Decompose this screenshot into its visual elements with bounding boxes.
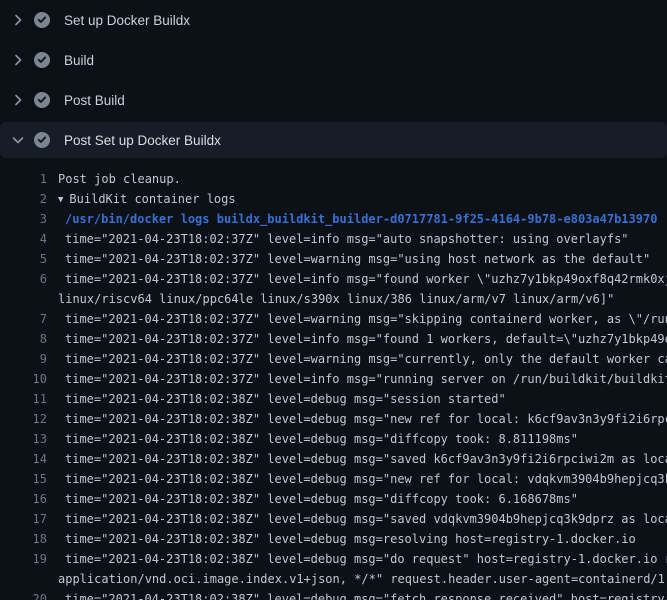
log-line-15: 15 time="2021-04-23T18:02:38Z" level=debu… (0, 469, 667, 489)
log-line-1: 1 Post job cleanup. (0, 169, 667, 189)
log-text: time="2021-04-23T18:02:37Z" level=info m… (65, 229, 629, 249)
log-text: time="2021-04-23T18:02:37Z" level=warnin… (65, 309, 667, 329)
line-number-link[interactable]: 19 (0, 549, 47, 569)
log-line-9: 9 time="2021-04-23T18:02:37Z" level=warni… (0, 349, 667, 369)
actions-log-viewer: Set up Docker Buildx Build Post Build Post … (0, 0, 667, 600)
log-line-7: 7 time="2021-04-23T18:02:37Z" level=warni… (0, 309, 667, 329)
log-line-11: 11 time="2021-04-23T18:02:38Z" level=debu… (0, 389, 667, 409)
log-text: time="2021-04-23T18:02:38Z" level=debug … (65, 549, 667, 569)
line-number-link[interactable]: 14 (0, 449, 47, 469)
log-text: time="2021-04-23T18:02:37Z" level=info m… (65, 269, 667, 289)
line-number-link[interactable]: 6 (0, 269, 47, 289)
log-text: time="2021-04-23T18:02:38Z" level=debug … (65, 449, 667, 469)
log-line-5: 5 time="2021-04-23T18:02:37Z" level=warni… (0, 249, 667, 269)
log-text: time="2021-04-23T18:02:38Z" level=debug … (65, 429, 578, 449)
line-number-link (0, 289, 47, 309)
log-line-12: 12 time="2021-04-23T18:02:38Z" level=debu… (0, 409, 667, 429)
log-text: application/vnd.oci.image.index.v1+json,… (58, 569, 667, 589)
step-row-set-up-docker-buildx[interactable]: Set up Docker Buildx (0, 0, 667, 40)
line-number-link[interactable]: 15 (0, 469, 47, 489)
steps-list: Set up Docker Buildx Build Post Build Post … (0, 0, 667, 158)
line-number-link[interactable]: 12 (0, 409, 47, 429)
line-number-link (0, 569, 47, 589)
log-command-text: /usr/bin/docker logs buildx_buildkit_bui… (65, 209, 657, 229)
check-circle-icon (34, 132, 50, 148)
check-circle-icon (34, 52, 50, 68)
chevron-right-icon (10, 92, 26, 108)
log-text: time="2021-04-23T18:02:37Z" level=warnin… (65, 249, 650, 269)
log-line-19: 19 time="2021-04-23T18:02:38Z" level=debu… (0, 549, 667, 569)
log-line-2: 2 ▼ BuildKit container logs (0, 189, 667, 209)
log-line-20: 20 time="2021-04-23T18:02:38Z" level=debu… (0, 589, 667, 600)
step-label: Post Build (64, 93, 125, 108)
line-number-link[interactable]: 1 (0, 169, 47, 189)
log-group-toggle[interactable]: ▼ BuildKit container logs (58, 189, 236, 209)
line-number-link[interactable]: 10 (0, 369, 47, 389)
log-text: time="2021-04-23T18:02:38Z" level=debug … (65, 409, 667, 429)
log-text: time="2021-04-23T18:02:37Z" level=warnin… (65, 349, 667, 369)
log-line-17: 17 time="2021-04-23T18:02:38Z" level=debu… (0, 509, 667, 529)
step-row-build[interactable]: Build (0, 40, 667, 80)
step-label: Set up Docker Buildx (64, 13, 190, 28)
line-number-link[interactable]: 16 (0, 489, 47, 509)
log-line-18: 18 time="2021-04-23T18:02:38Z" level=debu… (0, 529, 667, 549)
line-number-link[interactable]: 13 (0, 429, 47, 449)
log-text: time="2021-04-23T18:02:38Z" level=debug … (65, 529, 636, 549)
step-row-post-set-up-docker-buildx[interactable]: Post Set up Docker Buildx (0, 122, 667, 158)
log-text: time="2021-04-23T18:02:38Z" level=debug … (65, 589, 667, 600)
line-number-link[interactable]: 18 (0, 529, 47, 549)
log-text: time="2021-04-23T18:02:37Z" level=info m… (65, 329, 667, 349)
log-line-8: 8 time="2021-04-23T18:02:37Z" level=info … (0, 329, 667, 349)
log-line-10: 10 time="2021-04-23T18:02:37Z" level=info… (0, 369, 667, 389)
step-label: Post Set up Docker Buildx (64, 133, 221, 148)
log-text: time="2021-04-23T18:02:38Z" level=debug … (65, 489, 578, 509)
line-number-link[interactable]: 8 (0, 329, 47, 349)
line-number-link[interactable]: 11 (0, 389, 47, 409)
log-line-13: 13 time="2021-04-23T18:02:38Z" level=debu… (0, 429, 667, 449)
chevron-right-icon (10, 12, 26, 28)
log-line-continuation: linux/riscv64 linux/ppc64le linux/s390x … (0, 289, 667, 309)
line-number-link[interactable]: 20 (0, 589, 47, 600)
log-line-3: 3/usr/bin/docker logs buildx_buildkit_bu… (0, 209, 667, 229)
check-circle-icon (34, 92, 50, 108)
log-line-4: 4 time="2021-04-23T18:02:37Z" level=info … (0, 229, 667, 249)
log-view[interactable]: 1 Post job cleanup. 2 ▼ BuildKit container l… (0, 160, 667, 600)
log-text: time="2021-04-23T18:02:38Z" level=debug … (65, 509, 667, 529)
step-row-post-build[interactable]: Post Build (0, 80, 667, 120)
chevron-down-icon (10, 132, 26, 148)
log-text: linux/riscv64 linux/ppc64le linux/s390x … (58, 289, 614, 309)
log-line-14: 14 time="2021-04-23T18:02:38Z" level=debu… (0, 449, 667, 469)
log-group-label: BuildKit container logs (69, 192, 235, 206)
check-circle-icon (34, 12, 50, 28)
line-number-link[interactable]: 5 (0, 249, 47, 269)
group-collapse-triangle-icon: ▼ (58, 190, 63, 210)
line-number-link[interactable]: 4 (0, 229, 47, 249)
chevron-right-icon (10, 52, 26, 68)
line-number-link[interactable]: 2 (0, 189, 47, 209)
log-text: time="2021-04-23T18:02:38Z" level=debug … (65, 469, 667, 489)
line-number-link[interactable]: 3 (0, 209, 47, 229)
log-line-continuation: application/vnd.oci.image.index.v1+json,… (0, 569, 667, 589)
log-text: Post job cleanup. (58, 169, 181, 189)
line-number-link[interactable]: 7 (0, 309, 47, 329)
line-number-link[interactable]: 9 (0, 349, 47, 369)
log-text: time="2021-04-23T18:02:37Z" level=info m… (65, 369, 667, 389)
log-line-6: 6 time="2021-04-23T18:02:37Z" level=info … (0, 269, 667, 289)
log-text: time="2021-04-23T18:02:38Z" level=debug … (65, 389, 506, 409)
step-label: Build (64, 53, 94, 68)
log-line-16: 16 time="2021-04-23T18:02:38Z" level=debu… (0, 489, 667, 509)
line-number-link[interactable]: 17 (0, 509, 47, 529)
